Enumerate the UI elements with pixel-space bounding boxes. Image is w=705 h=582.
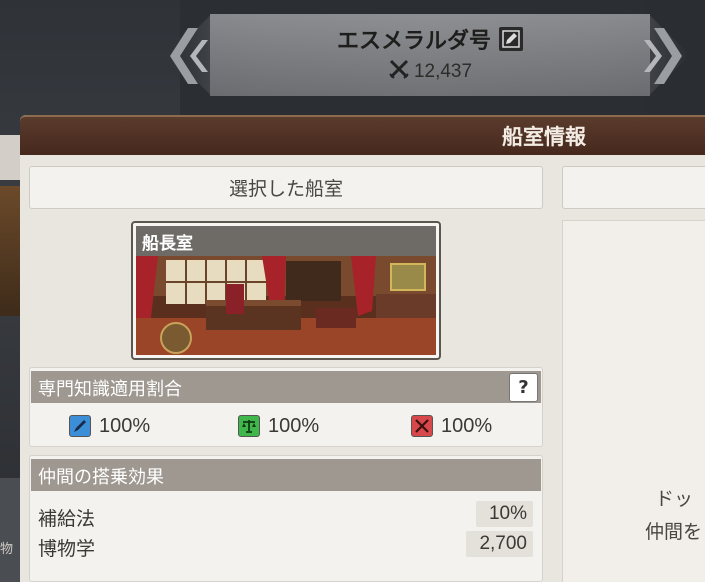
companion-effect-title: 仲間の搭乗効果 [38, 467, 164, 488]
ship-name: エスメラルダ号 [336, 29, 491, 54]
prev-ship-arrow-icon[interactable] [168, 26, 212, 86]
battle-power-row: 12,437 [210, 58, 650, 86]
effect-name: 補給法 [38, 508, 96, 530]
background-panel-stub [0, 478, 22, 582]
ship-name-row: エスメラルダ号 [210, 22, 650, 56]
quill-icon [69, 415, 91, 437]
panel-title: 船室情報 [502, 125, 586, 149]
edit-name-icon[interactable] [499, 27, 523, 51]
captain-room-image [136, 256, 436, 355]
panel-header [20, 115, 705, 155]
expertise-stat-adventure: 100% [69, 412, 150, 440]
background-panel-stub [0, 135, 22, 180]
crossed-swords-icon [411, 415, 433, 437]
expertise-stat-value: 100% [99, 414, 151, 437]
effect-name: 博物学 [38, 538, 96, 560]
cabin-name: 船長室 [142, 234, 193, 254]
expertise-stat-value: 100% [268, 414, 320, 437]
expertise-title: 専門知識適用割合 [38, 379, 182, 400]
selected-cabin-header: 選択した船室 [29, 166, 543, 209]
expertise-stat-battle: 100% [411, 412, 492, 440]
background-text-stub: 物 [0, 542, 14, 557]
expertise-stat-value: 100% [441, 414, 493, 437]
right-pane-text: 仲間を [645, 521, 703, 543]
background-image-stub [0, 186, 22, 316]
expertise-stat-trade: 100% [238, 412, 319, 440]
scales-icon [238, 415, 260, 437]
effect-value: 10% [476, 501, 533, 527]
crossed-swords-icon [388, 58, 410, 86]
help-button[interactable]: ? [509, 373, 538, 402]
right-tab[interactable] [562, 166, 705, 209]
right-pane-text: ドッ [655, 488, 694, 510]
effect-value: 2,700 [466, 531, 533, 557]
battle-power-value: 12,437 [413, 61, 473, 82]
